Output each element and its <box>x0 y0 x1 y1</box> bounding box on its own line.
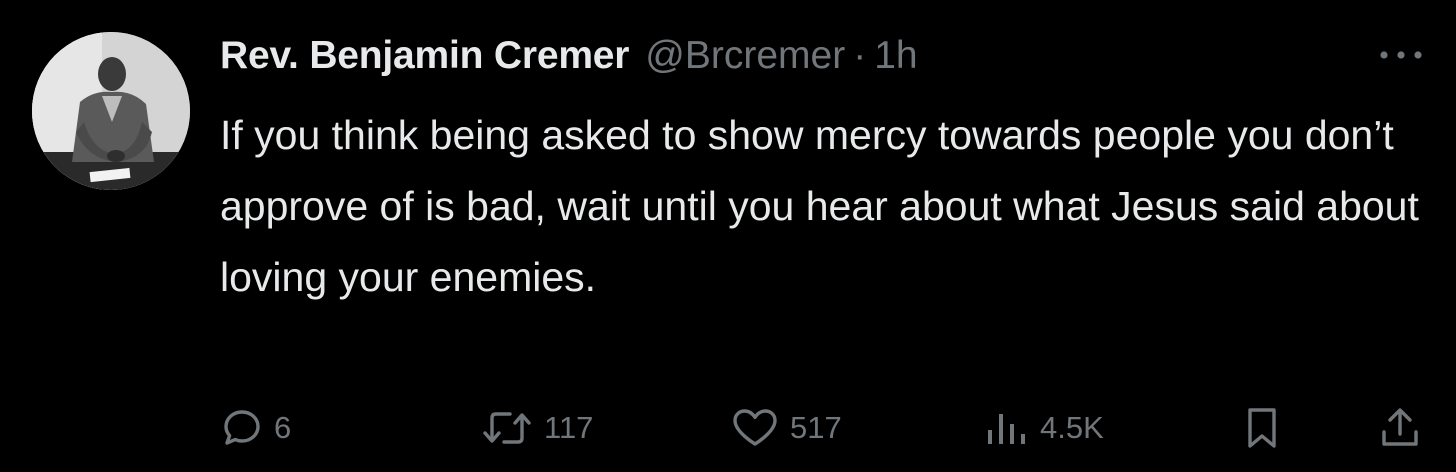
heart-icon <box>730 406 780 450</box>
speech-bubble-icon <box>220 406 264 450</box>
share-button[interactable] <box>1378 398 1422 458</box>
action-bar: 6 117 517 4.5K <box>218 398 1428 458</box>
reply-button[interactable]: 6 <box>220 398 291 458</box>
share-upload-icon <box>1378 404 1422 452</box>
display-name[interactable]: Rev. Benjamin Cremer <box>220 34 629 78</box>
user-handle[interactable]: @Brcremer <box>645 34 845 78</box>
reply-count: 6 <box>274 410 292 445</box>
more-options-button[interactable] <box>1376 40 1426 70</box>
avatar-photo <box>32 32 190 190</box>
more-dots-icon <box>1380 51 1422 59</box>
retweet-count: 117 <box>544 410 594 445</box>
tweet: Rev. Benjamin Cremer @Brcremer · 1h If y… <box>0 0 1456 472</box>
bookmark-icon <box>1240 404 1284 452</box>
like-count: 517 <box>790 410 842 445</box>
views-button[interactable]: 4.5K <box>984 398 1104 458</box>
tweet-text: If you think being asked to show mercy t… <box>220 112 1419 300</box>
like-button[interactable]: 517 <box>730 398 842 458</box>
bar-chart-icon <box>984 406 1030 450</box>
tweet-header: Rev. Benjamin Cremer @Brcremer · 1h <box>220 34 918 86</box>
separator-dot: · <box>853 34 867 77</box>
retweet-button[interactable]: 117 <box>480 398 593 458</box>
timestamp[interactable]: 1h <box>874 34 917 78</box>
views-count: 4.5K <box>1040 410 1104 445</box>
bookmark-button[interactable] <box>1240 398 1284 458</box>
retweet-arrows-icon <box>480 406 534 450</box>
avatar[interactable] <box>32 32 190 190</box>
